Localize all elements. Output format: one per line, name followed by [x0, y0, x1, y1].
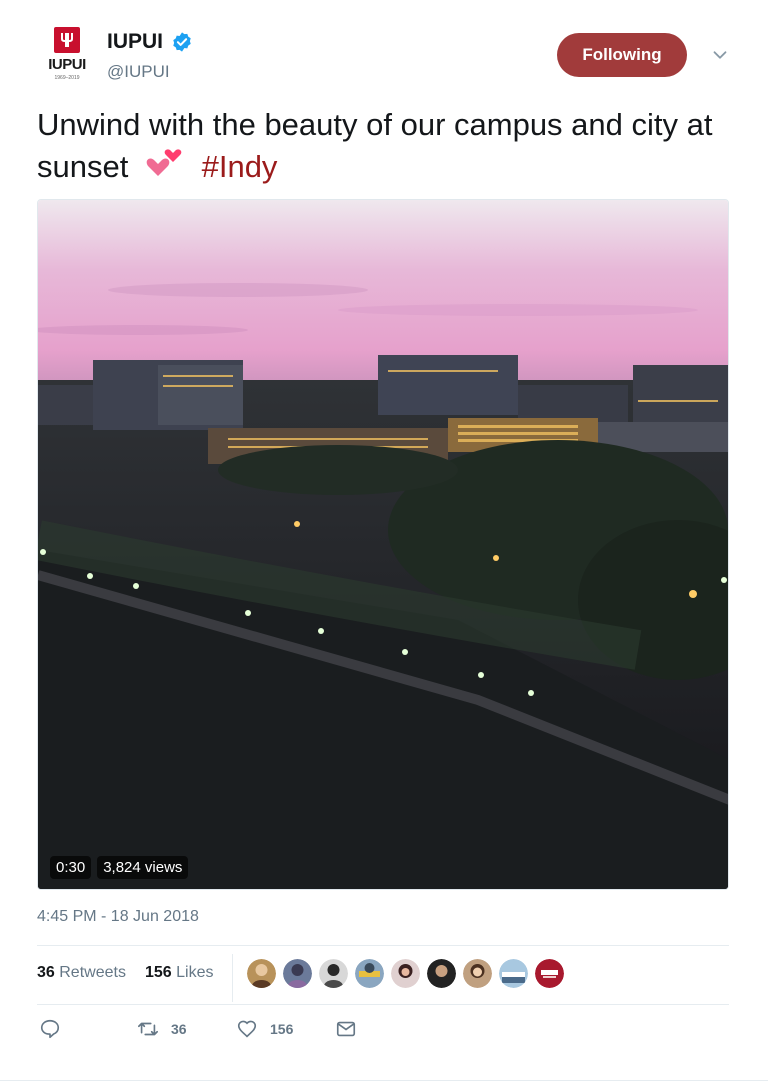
- video-duration: 0:30: [50, 856, 92, 879]
- profile-avatar[interactable]: IUPUI 1969–2019: [37, 22, 97, 86]
- hashtag-link[interactable]: #Indy: [202, 149, 278, 184]
- tweet-header: IUPUI 1969–2019 IUPUI @IUPUI Following: [37, 22, 737, 92]
- like-button[interactable]: 156: [236, 1018, 293, 1040]
- liker-avatar[interactable]: [355, 959, 384, 988]
- like-count: 156: [270, 1021, 294, 1037]
- logo-years: 1969–2019: [54, 75, 80, 81]
- divider: [37, 1004, 729, 1005]
- likes-label: Likes: [176, 964, 214, 981]
- liker-avatar-iupui-jaguars[interactable]: [535, 959, 564, 988]
- reply-button[interactable]: [39, 1018, 61, 1040]
- engagement-stats: 36 Retweets 156 Likes: [37, 946, 729, 1004]
- user-handle[interactable]: @IUPUI: [107, 62, 170, 82]
- liker-avatar[interactable]: [247, 959, 276, 988]
- chevron-down-icon[interactable]: [709, 44, 731, 66]
- display-name[interactable]: IUPUI: [107, 30, 163, 54]
- liker-avatar[interactable]: [499, 959, 528, 988]
- direct-message-button[interactable]: [335, 1018, 357, 1040]
- tweet-text: Unwind with the beauty of our campus and…: [37, 104, 727, 188]
- liker-avatars: [247, 959, 564, 988]
- video-player[interactable]: 0:30 3,824 views: [37, 199, 729, 890]
- heart-icon: [237, 1020, 257, 1038]
- retweet-count: 36: [171, 1021, 187, 1037]
- trident-logo-icon: [54, 27, 80, 53]
- liker-avatar[interactable]: [427, 959, 456, 988]
- tweet-timestamp[interactable]: 4:45 PM - 18 Jun 2018: [37, 908, 199, 926]
- liker-avatar[interactable]: [283, 959, 312, 988]
- stats-separator: [232, 954, 233, 1002]
- two-hearts-emoji-icon: [146, 149, 182, 176]
- video-frame-sunset-campus: [38, 200, 728, 889]
- retweets-count: 36: [37, 964, 55, 981]
- retweet-button[interactable]: 36: [137, 1018, 187, 1040]
- retweets-stat[interactable]: 36 Retweets: [37, 964, 126, 982]
- tweet-actions: 36 156: [37, 1018, 729, 1048]
- logo-wordmark: IUPUI: [48, 56, 86, 73]
- retweets-label: Retweets: [59, 964, 126, 981]
- reply-icon: [40, 1019, 60, 1039]
- video-view-count: 3,824 views: [97, 856, 189, 879]
- verified-badge-icon: [173, 32, 191, 52]
- likes-count: 156: [145, 964, 172, 981]
- liker-avatar[interactable]: [391, 959, 420, 988]
- bottom-border: [0, 1080, 768, 1081]
- likes-stat[interactable]: 156 Likes: [145, 964, 214, 982]
- envelope-icon: [336, 1021, 356, 1037]
- liker-avatar[interactable]: [319, 959, 348, 988]
- tweet-body-text: Unwind with the beauty of our campus and…: [37, 107, 713, 184]
- retweet-icon: [138, 1022, 158, 1036]
- liker-avatar[interactable]: [463, 959, 492, 988]
- following-button[interactable]: Following: [557, 33, 687, 77]
